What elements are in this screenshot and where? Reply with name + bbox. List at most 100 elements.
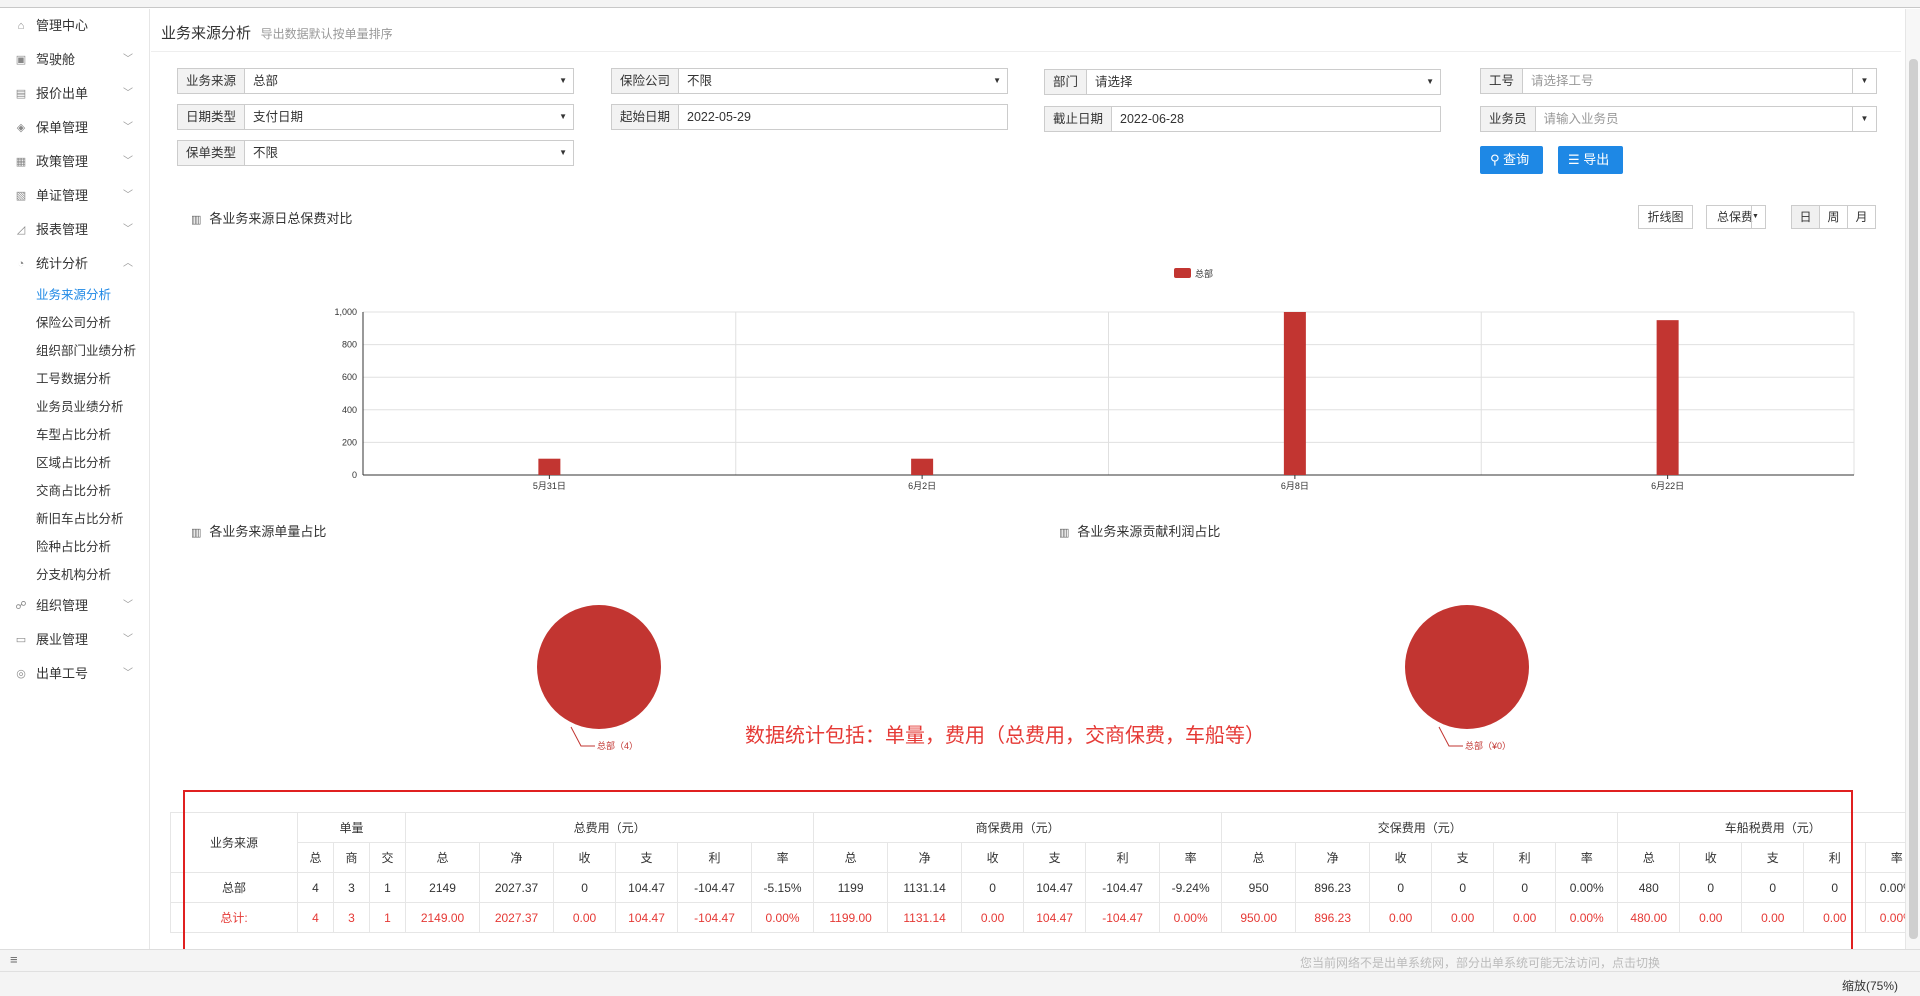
bar-chart: 总部 0 200 400 600 800 1,000 5月31日 6月2日 6月8日 6月22日	[334, 268, 1855, 491]
table-sub-header: 利	[677, 842, 753, 873]
scrollbar[interactable]	[1905, 9, 1920, 949]
table-group-header: 总费用（元）	[405, 812, 815, 843]
export-button[interactable]: ☰ 导出	[1558, 146, 1623, 174]
dept-select[interactable]: 部门 请选择 ▼	[1044, 69, 1441, 95]
table-sub-header: 总	[405, 842, 481, 873]
sidebar-item-2[interactable]: ▤ 报价出单 ﹀	[0, 77, 149, 111]
table-cell: 480.00	[1617, 902, 1681, 933]
sidebar-subitem[interactable]: 业务员业绩分析	[0, 393, 149, 421]
sidebar-subitem[interactable]: 工号数据分析	[0, 365, 149, 393]
sidebar-subitem[interactable]: 业务来源分析	[0, 281, 149, 309]
table-sub-header: 率	[1159, 842, 1223, 873]
zoom-level[interactable]: 缩放(75%)	[1842, 977, 1898, 994]
start-date-field[interactable]: 起始日期 2022-05-29	[611, 104, 1008, 130]
search-icon: ⚲	[1490, 152, 1500, 167]
table-cell: 104.47	[615, 872, 679, 903]
y-tick-label: 0	[352, 470, 357, 480]
bar	[1283, 312, 1306, 475]
job-no-dropdown-icon[interactable]: ▼	[1852, 69, 1876, 93]
table-cell: 0.00%	[1555, 872, 1619, 903]
table-cell: 0	[1431, 872, 1495, 903]
status-line: ≡ 您当前网络不是出单系统网，部分出单系统可能无法访问，点击切换	[0, 950, 1920, 972]
table-sub-header: 利	[1803, 842, 1867, 873]
menu-icon[interactable]: ≡	[10, 952, 18, 967]
table-cell: 480	[1617, 872, 1681, 903]
sidebar-subitem[interactable]: 交商占比分析	[0, 477, 149, 505]
table-sub-header: 支	[615, 842, 679, 873]
sidebar-item-3[interactable]: ◈ 保单管理 ﹀	[0, 111, 149, 145]
y-tick-label: 400	[342, 405, 357, 415]
sidebar-item-label: 出单工号	[36, 666, 89, 681]
sidebar-item-7[interactable]: ◔ 统计分析 ︿	[0, 247, 149, 281]
chevron-down-icon: ﹀	[123, 600, 133, 611]
start-date-value: 2022-05-29	[687, 110, 751, 124]
insurer-select[interactable]: 保险公司 不限 ▼	[611, 68, 1008, 94]
x-tick-label: 5月31日	[533, 481, 566, 491]
day-button[interactable]: 日	[1791, 205, 1820, 229]
job-no-field[interactable]: 工号 请选择工号 ▼	[1480, 68, 1877, 94]
sidebar-item-label: 报表管理	[36, 222, 89, 237]
source-select[interactable]: 业务来源 总部 ▼	[177, 68, 574, 94]
bar	[538, 458, 561, 475]
main-content: 业务来源分析 导出数据默认按单量排序 业务来源 总部 ▼ 日期类型 支付日期 ▼ 保…	[151, 9, 1901, 949]
week-button[interactable]: 周	[1819, 205, 1848, 229]
table-cell: 0.00	[1679, 902, 1743, 933]
annotation-text: 数据统计包括：单量，费用（总费用，交商保费，车船等）	[745, 725, 1265, 747]
sidebar-subitem[interactable]: 险种占比分析	[0, 533, 149, 561]
pie-chart-profit: 总部（¥0）	[1405, 605, 1529, 751]
table-group-header: 商保费用（元）	[813, 812, 1223, 843]
table-cell: 0.00	[1431, 902, 1495, 933]
browser-top-strip	[0, 0, 1920, 8]
status-text[interactable]: 您当前网络不是出单系统网，部分出单系统可能无法访问，点击切换	[1300, 954, 1660, 971]
table-sub-header: 收	[1369, 842, 1433, 873]
scroll-thumb[interactable]	[1909, 59, 1918, 939]
table-cell: 896.23	[1295, 872, 1371, 903]
end-date-field[interactable]: 截止日期 2022-06-28	[1044, 106, 1441, 132]
sidebar-item-0[interactable]: ⌂ 管理中心	[0, 9, 149, 43]
sidebar-subitem[interactable]: 保险公司分析	[0, 309, 149, 337]
pie-chart-orders: 总部（4）	[537, 605, 661, 751]
table-cell: 0	[1741, 872, 1805, 903]
stats-table: 业务来源 单量 总费用（元） 商保费用（元） 交保费用（元） 车船税费用（元）总商交总净收…	[170, 812, 1920, 933]
table-sub-header: 总	[1221, 842, 1297, 873]
query-button[interactable]: ⚲ 查询	[1480, 146, 1543, 174]
caret-down-icon: ▼	[993, 76, 1001, 85]
sidebar-item-5[interactable]: ▧ 单证管理 ﹀	[0, 179, 149, 213]
table-group-header: 单量	[296, 812, 407, 843]
x-tick-label: 6月22日	[1651, 481, 1684, 491]
month-button[interactable]: 月	[1847, 205, 1876, 229]
policy-type-label: 保单类型	[178, 141, 246, 165]
table-cell: 896.23	[1295, 902, 1371, 933]
sidebar-item-1[interactable]: ▣ 驾驶舱 ﹀	[0, 43, 149, 77]
salesman-dropdown-icon[interactable]: ▼	[1852, 107, 1876, 131]
policy-type-select[interactable]: 保单类型 不限 ▼	[177, 140, 574, 166]
table-cell: 2149.00	[405, 902, 481, 933]
browser-bottom-bar: ≡ 您当前网络不是出单系统网，部分出单系统可能无法访问，点击切换 缩放(75%)	[0, 949, 1920, 996]
end-date-value: 2022-06-28	[1120, 112, 1184, 126]
sidebar-item-a1[interactable]: ▭ 展业管理 ﹀	[0, 623, 149, 657]
line-chart-button[interactable]: 折线图	[1638, 205, 1693, 229]
bar-chart-title: ▥ 各业务来源日总保费对比	[191, 211, 353, 226]
sidebar-item-a0[interactable]: ☍ 组织管理 ﹀	[0, 589, 149, 623]
sidebar-subitem[interactable]: 区域占比分析	[0, 449, 149, 477]
date-type-select[interactable]: 日期类型 支付日期 ▼	[177, 104, 574, 130]
caret-down-icon: ▼	[1751, 206, 1765, 228]
metric-select[interactable]: 总保费 ▼	[1706, 205, 1766, 229]
sidebar-item-label: 政策管理	[36, 154, 89, 169]
table-sub-header: 净	[1295, 842, 1371, 873]
sidebar-subitem[interactable]: 组织部门业绩分析	[0, 337, 149, 365]
table-cell: 0	[1679, 872, 1743, 903]
table-sub-header: 利	[1493, 842, 1557, 873]
sidebar-item-a2[interactable]: ◎ 出单工号 ﹀	[0, 657, 149, 691]
sidebar-subitem[interactable]: 分支机构分析	[0, 561, 149, 589]
chevron-down-icon: ﹀	[123, 224, 133, 235]
table-cell: 1	[368, 872, 407, 903]
table-cell: 950	[1221, 872, 1297, 903]
sidebar-item-4[interactable]: ▦ 政策管理 ﹀	[0, 145, 149, 179]
sidebar-subitem[interactable]: 车型占比分析	[0, 421, 149, 449]
sidebar-item-6[interactable]: ◿ 报表管理 ﹀	[0, 213, 149, 247]
table-group-header: 车船税费用（元）	[1617, 812, 1920, 843]
table-sub-header: 净	[887, 842, 963, 873]
salesman-field[interactable]: 业务员 请输入业务员 ▼	[1480, 106, 1877, 132]
sidebar-subitem[interactable]: 新旧车占比分析	[0, 505, 149, 533]
